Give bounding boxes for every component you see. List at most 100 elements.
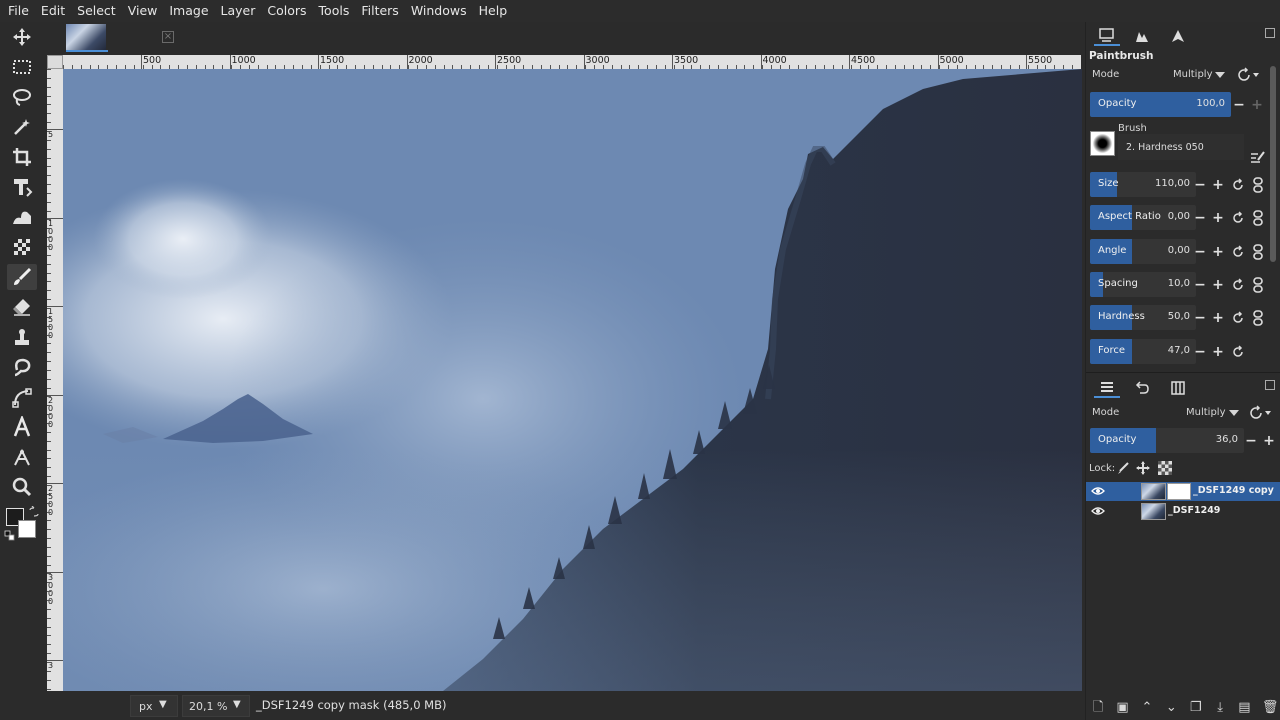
aspect-ratio-slider[interactable]: Aspect Ratio 0,00: [1090, 205, 1196, 230]
reset-icon[interactable]: [1231, 178, 1245, 192]
minus-icon[interactable]: −: [1193, 278, 1207, 292]
reset-mode-icon[interactable]: [1237, 67, 1263, 83]
rect-select-icon[interactable]: [7, 54, 37, 80]
eraser-icon[interactable]: [7, 294, 37, 320]
size-slider[interactable]: Size 110,00: [1090, 172, 1196, 197]
color-picker-icon[interactable]: [7, 444, 37, 470]
menu-colors[interactable]: Colors: [261, 0, 312, 22]
menu-tools[interactable]: Tools: [313, 0, 356, 22]
layer-name[interactable]: _DSF1249 copy: [1193, 485, 1274, 496]
paths-icon[interactable]: [7, 384, 37, 410]
link-chain-icon[interactable]: [1252, 177, 1264, 193]
minus-icon[interactable]: −: [1232, 98, 1246, 112]
duplicate-layer-icon[interactable]: ❐: [1189, 701, 1203, 715]
reset-icon[interactable]: [1231, 345, 1245, 359]
reset-icon[interactable]: [1231, 278, 1245, 292]
brush-name[interactable]: 2. Hardness 050: [1118, 134, 1244, 160]
lock-alpha-icon[interactable]: [1158, 461, 1172, 475]
mode-select[interactable]: Multiply: [1173, 69, 1213, 80]
minus-icon[interactable]: −: [1193, 345, 1207, 359]
menu-windows[interactable]: Windows: [405, 0, 473, 22]
plus-icon[interactable]: +: [1211, 178, 1225, 192]
vertical-ruler[interactable]: 51 0 0 01 5 0 02 0 0 02 5 0 03 0 0 03: [47, 69, 63, 691]
link-chain-icon[interactable]: [1252, 210, 1264, 226]
layer-row[interactable]: _DSF1249 copy: [1086, 482, 1280, 501]
fuzzy-select-icon[interactable]: [7, 114, 37, 140]
hardness-slider[interactable]: Hardness 50,0: [1090, 305, 1196, 330]
layer-mask-thumbnail[interactable]: [1167, 483, 1191, 500]
menu-select[interactable]: Select: [71, 0, 122, 22]
channels-tab[interactable]: [1165, 378, 1191, 398]
reset-icon[interactable]: [1231, 245, 1245, 259]
background-color[interactable]: [18, 520, 36, 538]
move-tool-icon[interactable]: [7, 24, 37, 50]
layer-mask-icon[interactable]: ▤: [1237, 701, 1251, 715]
minus-icon[interactable]: −: [1193, 311, 1207, 325]
brush-preview[interactable]: [1090, 131, 1115, 156]
opacity-slider[interactable]: Opacity 100,0: [1090, 92, 1231, 117]
force-slider[interactable]: Force 47,0: [1090, 339, 1196, 364]
color-swatches[interactable]: [4, 506, 40, 542]
menu-view[interactable]: View: [122, 0, 164, 22]
link-chain-icon[interactable]: [1252, 277, 1264, 293]
swap-colors-icon[interactable]: [28, 506, 40, 518]
fill-icon[interactable]: [7, 234, 37, 260]
ruler-corner[interactable]: [47, 55, 63, 69]
minus-icon[interactable]: −: [1193, 178, 1207, 192]
image-tab[interactable]: [66, 24, 108, 52]
visibility-eye-icon[interactable]: [1091, 485, 1105, 497]
histogram-tab[interactable]: [1129, 26, 1155, 46]
new-layer-icon[interactable]: 🗋: [1091, 701, 1105, 715]
layers-tab[interactable]: [1094, 378, 1120, 398]
lasso-icon[interactable]: [7, 84, 37, 110]
visibility-eye-icon[interactable]: [1091, 505, 1105, 517]
plus-icon[interactable]: +: [1211, 245, 1225, 259]
layer-opacity-slider[interactable]: Opacity 36,0: [1090, 428, 1244, 453]
menu-filters[interactable]: Filters: [355, 0, 404, 22]
plus-icon[interactable]: +: [1211, 278, 1225, 292]
zoom-select[interactable]: 20,1 % ▼: [182, 695, 250, 717]
lock-pixels-icon[interactable]: [1116, 461, 1130, 475]
menu-help[interactable]: Help: [473, 0, 514, 22]
reset-icon[interactable]: [1231, 311, 1245, 325]
menu-layer[interactable]: Layer: [215, 0, 262, 22]
layer-mode-select[interactable]: Multiply: [1186, 407, 1226, 418]
text-icon[interactable]: [7, 414, 37, 440]
undo-history-tab[interactable]: [1129, 378, 1155, 398]
anchor-layer-icon[interactable]: ⤓: [1213, 701, 1227, 715]
horizontal-ruler[interactable]: 500 1000 1500 2000 2500 3000 3500 4000 4500 5000 5…: [63, 55, 1081, 69]
layer-thumbnail[interactable]: [1141, 483, 1166, 500]
layer-thumbnail[interactable]: [1141, 503, 1166, 520]
plus-icon[interactable]: +: [1211, 211, 1225, 225]
warp-icon[interactable]: [7, 204, 37, 230]
menu-edit[interactable]: Edit: [35, 0, 71, 22]
plus-icon[interactable]: +: [1250, 98, 1264, 112]
dock-menu-icon[interactable]: [1265, 28, 1275, 38]
menu-image[interactable]: Image: [163, 0, 214, 22]
reset-icon[interactable]: [1231, 211, 1245, 225]
tool-options-scrollbar[interactable]: [1270, 66, 1276, 262]
link-chain-icon[interactable]: [1252, 310, 1264, 326]
tool-options-tab[interactable]: [1094, 26, 1120, 46]
unit-select[interactable]: px ▼: [130, 695, 178, 717]
minus-icon[interactable]: −: [1193, 211, 1207, 225]
delete-layer-icon[interactable]: 🗑: [1262, 701, 1279, 715]
layer-name[interactable]: _DSF1249: [1168, 505, 1220, 516]
menu-file[interactable]: File: [2, 0, 35, 22]
new-group-icon[interactable]: ▣: [1116, 701, 1130, 715]
minus-icon[interactable]: −: [1193, 245, 1207, 259]
dock-menu-icon[interactable]: [1265, 380, 1275, 390]
smudge-icon[interactable]: [7, 354, 37, 380]
layer-row[interactable]: _DSF1249: [1086, 502, 1280, 521]
crop-icon[interactable]: [7, 144, 37, 170]
reset-layer-mode-icon[interactable]: [1249, 405, 1275, 421]
default-colors-icon[interactable]: [4, 530, 16, 542]
plus-icon[interactable]: +: [1211, 345, 1225, 359]
lower-layer-icon[interactable]: ⌄: [1164, 701, 1178, 715]
angle-slider[interactable]: Angle 0,00: [1090, 239, 1196, 264]
raise-layer-icon[interactable]: ⌃: [1140, 701, 1154, 715]
image-canvas[interactable]: [63, 69, 1082, 691]
pointer-tab[interactable]: [1165, 26, 1191, 46]
edit-brush-icon[interactable]: [1250, 150, 1266, 164]
minus-icon[interactable]: −: [1244, 434, 1258, 448]
